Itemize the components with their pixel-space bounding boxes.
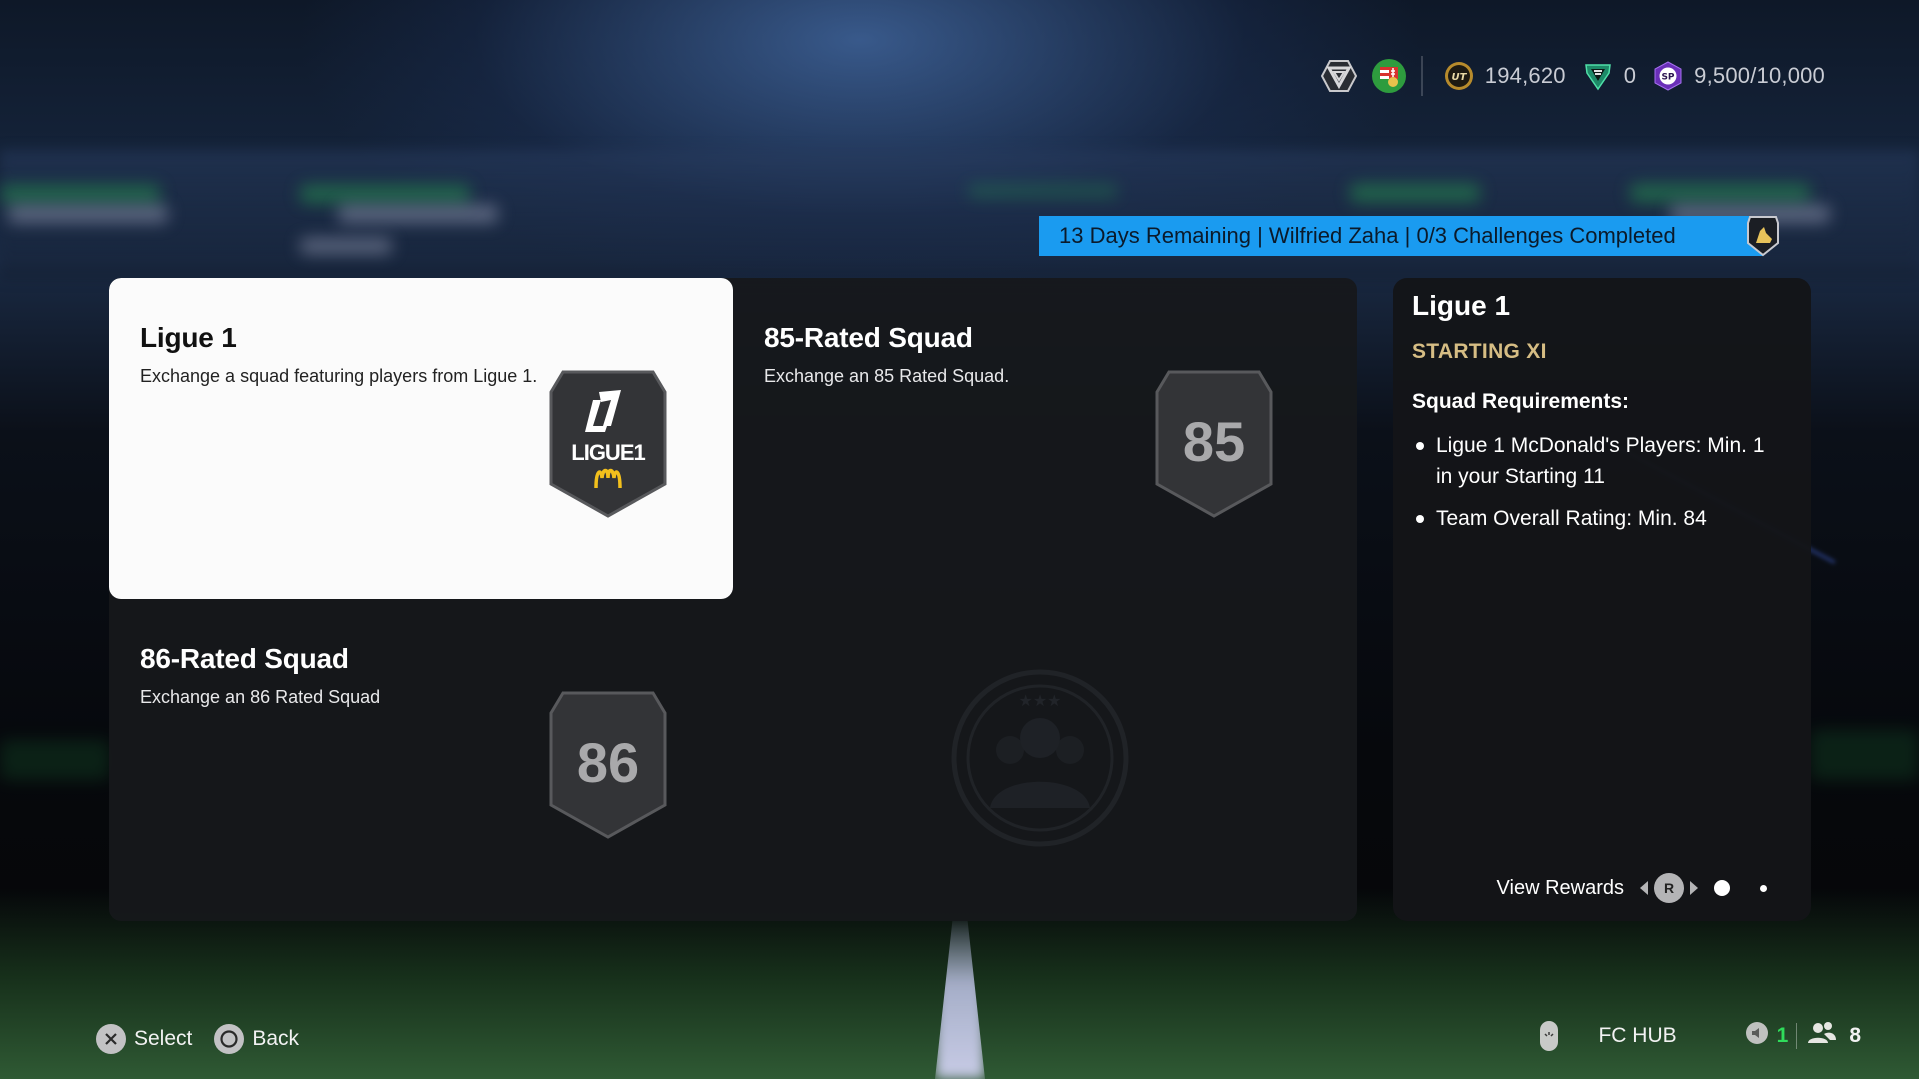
challenge-title: 86-Rated Squad (140, 643, 349, 674)
requirement-text: Team Overall Rating: Min. 84 (1436, 507, 1707, 530)
ligue-1-mcdonalds-badge-icon: LIGUE1 (549, 370, 667, 518)
friends-online-count: 8 (1849, 1024, 1861, 1047)
fc-points-balance: 0 (1623, 63, 1637, 88)
page-indicator-active[interactable] (1714, 880, 1730, 896)
detail-subtitle: STARTING XI (1412, 340, 1547, 363)
bullet-icon (1416, 515, 1424, 523)
page-indicator-inactive[interactable] (1760, 884, 1767, 892)
status-area: FC HUB 1 8 (1540, 1021, 1861, 1051)
select-label: Select (134, 1027, 193, 1050)
status-divider (1796, 1023, 1798, 1049)
blurred-ad-board (338, 205, 498, 223)
challenge-card-ligue-1[interactable]: Ligue 1 Exchange a squad featuring playe… (109, 278, 733, 599)
challenge-description: Exchange an 85 Rated Squad. (764, 366, 1010, 386)
chevron-left-icon[interactable] (1640, 881, 1648, 895)
challenge-title: 85-Rated Squad (764, 322, 973, 353)
circle-button-icon (214, 1024, 245, 1054)
controller-hints: Select Back (96, 1024, 321, 1054)
challenge-card-86-rated[interactable]: 86-Rated Squad Exchange an 86 Rated Squa… (109, 599, 733, 920)
svg-text:SP: SP (1662, 73, 1675, 83)
friends-icon[interactable] (1807, 1021, 1837, 1051)
chevron-right-icon[interactable] (1690, 881, 1698, 895)
view-rewards-control[interactable]: View Rewards R (1497, 873, 1767, 903)
r-button-icon[interactable]: R (1654, 873, 1684, 903)
speaker-icon[interactable] (1745, 1021, 1769, 1051)
currency-bar-divider (1420, 56, 1423, 96)
division-rank-icon[interactable] (1320, 58, 1357, 94)
sp-season-points-icon: SP (1650, 58, 1686, 94)
challenge-card-85-rated[interactable]: 85-Rated Squad Exchange an 85 Rated Squa… (733, 278, 1357, 599)
blurred-ad-board (0, 740, 110, 780)
detail-title: Ligue 1 (1412, 290, 1511, 321)
blurred-ad-board (968, 184, 1118, 198)
blurred-stadium-band (0, 150, 1919, 280)
challenge-grid: Ligue 1 Exchange a squad featuring playe… (109, 278, 1357, 921)
challenge-title: Ligue 1 (140, 322, 237, 353)
season-points-progress: 9,500/10,000 (1694, 63, 1825, 88)
bullet-icon (1416, 442, 1424, 450)
currency-bar: UT 194,620 0 SP 9,500/10,000 (1320, 56, 1825, 96)
ut-coin-icon: UT (1441, 58, 1477, 94)
challenge-description: Exchange a squad featuring players from … (140, 366, 538, 386)
view-rewards-label[interactable]: View Rewards (1497, 877, 1624, 900)
requirements-list: Ligue 1 McDonald's Players: Min. 1 in yo… (1412, 430, 1791, 534)
notifications-count: 1 (1776, 1024, 1789, 1047)
requirement-text: Ligue 1 McDonald's Players: Min. 1 in yo… (1436, 434, 1765, 488)
requirement-item: Ligue 1 McDonald's Players: Min. 1 in yo… (1412, 430, 1776, 492)
objective-banner-text: 13 Days Remaining | Wilfried Zaha | 0/3 … (1059, 223, 1676, 248)
svg-text:UT: UT (1451, 72, 1467, 83)
back-label: Back (252, 1027, 300, 1050)
player-reward-badge-icon (1746, 213, 1780, 257)
objective-banner[interactable]: 13 Days Remaining | Wilfried Zaha | 0/3 … (1039, 216, 1763, 256)
requirement-item: Team Overall Rating: Min. 84 (1412, 503, 1776, 534)
blurred-ad-board (8, 205, 168, 223)
rating-85-badge-icon: 85 (1155, 370, 1273, 518)
cross-button-icon (96, 1024, 126, 1054)
blurred-ad-board (0, 185, 160, 203)
badge-rating-text: 85 (1183, 410, 1245, 473)
hungary-club-badge-icon[interactable] (1371, 58, 1407, 94)
blurred-ad-board (1350, 184, 1480, 202)
badge-league-text: LIGUE1 (571, 440, 645, 465)
challenge-detail-panel: Ligue 1 STARTING XI Squad Requirements: … (1393, 278, 1811, 921)
blurred-ad-board (1630, 184, 1810, 202)
blurred-ad-board (300, 238, 392, 254)
requirements-heading: Squad Requirements: (1412, 390, 1630, 413)
fc-hub-button[interactable]: FC HUB (1540, 1021, 1677, 1051)
coins-balance: 194,620 (1484, 63, 1566, 88)
select-button[interactable]: Select (96, 1024, 192, 1054)
rating-86-badge-icon: 86 (549, 691, 667, 839)
badge-rating-text: 86 (577, 731, 639, 794)
fc-points-icon (1580, 58, 1616, 94)
challenge-description: Exchange an 86 Rated Squad (140, 687, 381, 707)
touchpad-icon (1540, 1021, 1559, 1051)
svg-text:★★★: ★★★ (1018, 693, 1061, 710)
back-button[interactable]: Back (214, 1024, 299, 1054)
blurred-ad-board (300, 185, 470, 203)
squad-watermark-icon: ★★★ (950, 668, 1130, 848)
blurred-ad-board (1810, 730, 1919, 780)
fc-hub-label: FC HUB (1598, 1024, 1677, 1047)
